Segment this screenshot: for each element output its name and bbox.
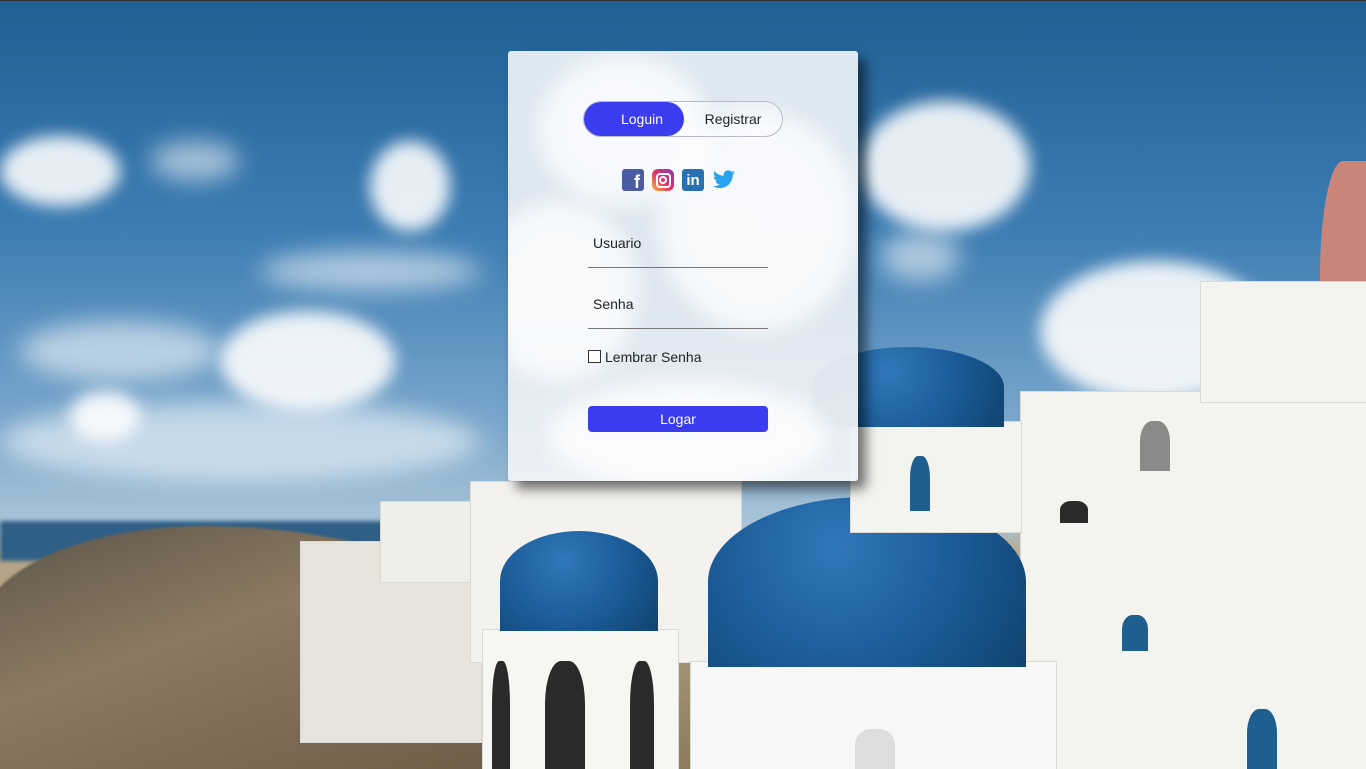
username-field[interactable]: Usuario xyxy=(588,227,768,268)
password-label: Senha xyxy=(593,296,634,312)
remember-label: Lembrar Senha xyxy=(605,349,702,365)
linkedin-letters: in xyxy=(686,172,700,189)
tab-register[interactable]: Registrar xyxy=(684,102,782,136)
facebook-letter: f xyxy=(634,172,640,192)
instagram-icon[interactable] xyxy=(652,169,674,191)
password-field[interactable]: Senha xyxy=(588,288,768,329)
login-card: Loguin Registrar f in Usuario Senha Lemb… xyxy=(508,51,858,481)
remember-checkbox[interactable] xyxy=(588,350,601,363)
facebook-icon[interactable]: f xyxy=(622,169,644,192)
tab-login[interactable]: Loguin xyxy=(584,102,700,136)
remember-row: Lembrar Senha xyxy=(588,349,702,365)
username-label: Usuario xyxy=(593,235,642,251)
twitter-icon[interactable] xyxy=(712,169,735,191)
auth-toggle: Loguin Registrar xyxy=(583,101,783,137)
linkedin-icon[interactable]: in xyxy=(682,169,704,191)
login-submit-button[interactable]: Logar xyxy=(588,406,768,432)
